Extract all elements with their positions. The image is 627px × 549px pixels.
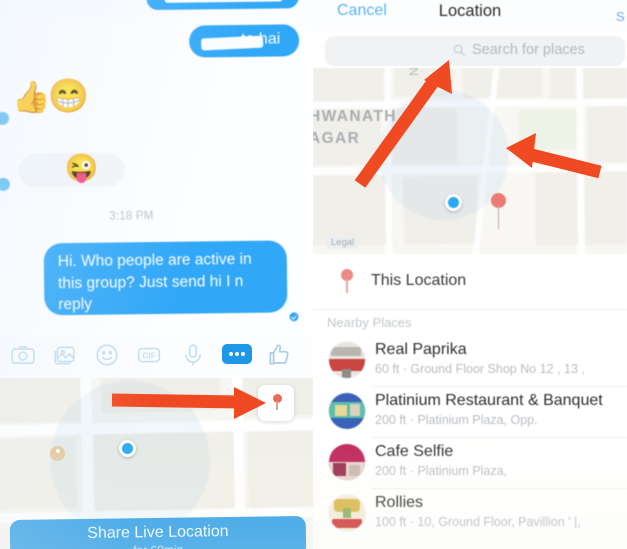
location-map[interactable]: HWANATH AGAR Nik Legal	[313, 68, 627, 254]
search-input[interactable]: Search for places	[325, 36, 625, 66]
list-item[interactable]: Platinium Restaurant & Banquet 200 ft · …	[313, 387, 627, 438]
this-location-row[interactable]: This Location	[313, 254, 627, 310]
screen-edge-letter: S	[616, 9, 625, 24]
map-area-label-line2: AGAR	[313, 130, 361, 147]
emoji-thumbs-up: 👍	[11, 79, 51, 115]
place-name: Platinium Restaurant & Banquet	[375, 392, 603, 409]
place-thumbnail	[329, 444, 365, 480]
map-poi-marker	[50, 446, 65, 461]
gif-icon[interactable]: GIF	[136, 342, 162, 368]
photo-gallery-icon[interactable]	[52, 342, 78, 368]
map-legal-link[interactable]: Legal	[327, 236, 359, 249]
more-dots-icon[interactable]	[222, 344, 252, 364]
map-area-label-line1: HWANATH	[313, 108, 397, 125]
list-item[interactable]: Rollies 100 ft · 10, Ground Floor, Pavil…	[313, 489, 627, 540]
list-item[interactable]: Real Paprika 60 ft · Ground Floor Shop N…	[313, 336, 627, 387]
message-composer-toolbar: GIF	[0, 336, 315, 380]
chat-bubble-outgoing-main[interactable]: Hi. Who people are active in this group?…	[43, 240, 288, 316]
place-meta: 200 ft · Platinium Plaza,	[375, 464, 508, 478]
emoji-grinning-face: 😁	[47, 76, 90, 115]
place-thumbnail	[329, 342, 365, 378]
search-icon	[452, 43, 466, 57]
share-live-location-button[interactable]: Share Live Location for 60min	[9, 515, 307, 549]
place-name: Real Paprika	[375, 341, 467, 358]
current-location-dot	[119, 440, 136, 457]
place-name: Cafe Selfie	[375, 443, 454, 460]
read-receipt-icon	[287, 310, 301, 324]
messenger-chat-pane: ta hai 👍 😁 😜 3:18 PM Hi. Who people are …	[0, 0, 315, 549]
svg-text:GIF: GIF	[142, 352, 155, 361]
place-name: Rollies	[375, 494, 424, 511]
place-meta: 60 ft · Ground Floor Shop No 12 , 13 ,	[375, 362, 585, 376]
avatar	[0, 177, 10, 191]
map-street-label: Nik	[407, 68, 421, 76]
emoji-winking-tongue-face: 😜	[64, 152, 99, 184]
search-placeholder: Search for places	[472, 42, 585, 58]
current-location-dot	[445, 194, 462, 211]
place-thumbnail	[329, 393, 365, 429]
place-meta: 100 ft · 10, Ground Floor, Pavillion ' |…	[375, 515, 581, 529]
camera-icon[interactable]	[10, 342, 36, 368]
location-sheet-header: Cancel Location	[313, 0, 627, 30]
map-pin-chip-button[interactable]	[258, 385, 294, 421]
thumbs-up-icon[interactable]	[266, 342, 292, 368]
nearby-places-header: Nearby Places	[327, 315, 412, 330]
microphone-icon[interactable]	[180, 342, 206, 368]
message-timestamp: 3:18 PM	[109, 210, 154, 223]
nearby-places-list: Real Paprika 60 ft · Ground Floor Shop N…	[313, 336, 627, 540]
avatar	[0, 111, 10, 125]
page-title: Location	[438, 2, 502, 20]
location-sheet-pane: Cancel Location S Search for places HWAN…	[313, 0, 627, 549]
place-meta: 200 ft · Platinium Plaza, Opp.	[375, 413, 538, 427]
this-location-label: This Location	[371, 272, 467, 289]
place-thumbnail	[329, 495, 365, 531]
emoji-smiley-icon[interactable]	[94, 342, 120, 368]
list-item[interactable]: Cafe Selfie 200 ft · Platinium Plaza,	[313, 438, 627, 489]
